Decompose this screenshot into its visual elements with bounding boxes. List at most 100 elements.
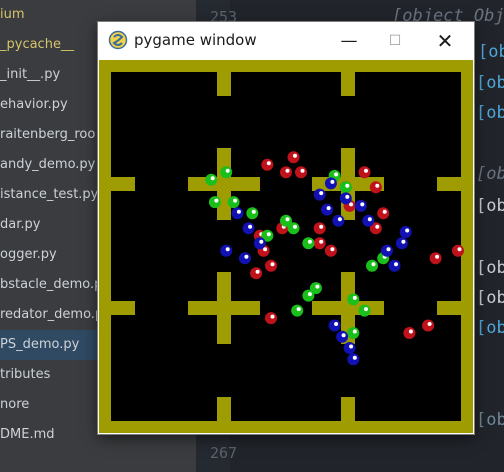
blue-agent-sensor: [367, 217, 372, 222]
green-agent-sensor: [364, 307, 368, 312]
arena-cross-horizontal: [312, 301, 384, 315]
green-agent-sensor: [233, 198, 238, 203]
arena-wall-stub: [111, 301, 135, 315]
blue-agent-sensor: [401, 239, 406, 244]
arena-wall-stub: [341, 397, 355, 421]
arena-cross-horizontal: [188, 177, 260, 191]
green-agent: [227, 196, 240, 209]
blue-agent-sensor: [244, 254, 249, 259]
green-agent: [246, 207, 259, 220]
red-agent: [280, 166, 292, 179]
arena-cross-horizontal: [188, 301, 260, 315]
green-agent-sensor: [352, 329, 357, 334]
red-agent: [369, 181, 382, 194]
green-agent: [291, 304, 304, 317]
blue-agent: [321, 203, 334, 216]
green-agent-sensor: [214, 198, 219, 203]
green-agent-sensor: [285, 217, 290, 222]
blue-agent: [313, 188, 326, 201]
blue-agent: [381, 244, 393, 257]
code-text: [object Object]: [476, 318, 504, 338]
arena-wall-stub: [111, 177, 135, 191]
red-agent-sensor: [375, 224, 380, 229]
green-agent-sensor: [266, 232, 271, 237]
blue-agent-sensor: [345, 194, 350, 199]
green-agent-sensor: [345, 183, 350, 188]
blue-agent: [354, 199, 367, 212]
blue-agent-sensor: [225, 247, 230, 252]
code-text: [object Object]: [476, 103, 504, 123]
blue-agent-sensor: [352, 355, 357, 360]
green-agent: [358, 304, 371, 317]
blue-agent-sensor: [360, 202, 365, 207]
arena-floor: [111, 72, 461, 421]
green-agent: [347, 327, 360, 339]
blue-agent: [332, 214, 345, 227]
red-agent-sensor: [319, 224, 324, 229]
blue-agent-sensor: [326, 206, 331, 211]
maximize-button[interactable]: ☐: [372, 22, 418, 60]
code-text: [object Object]: [476, 73, 504, 93]
red-agent-sensor: [293, 153, 297, 158]
blue-agent-sensor: [337, 217, 342, 222]
blue-agent-sensor: [341, 333, 346, 338]
pygame-window[interactable]: pygame window — ☐ ✕: [98, 22, 474, 434]
line-number: 267: [210, 444, 238, 462]
blue-agent-sensor: [236, 209, 241, 214]
red-agent-sensor: [382, 209, 387, 214]
green-agent-sensor: [371, 262, 376, 267]
green-agent: [309, 282, 322, 295]
blue-agent: [399, 226, 412, 238]
blue-agent: [238, 252, 251, 265]
green-agent-sensor: [307, 239, 312, 244]
red-agent-sensor: [364, 168, 368, 173]
red-agent-sensor: [319, 239, 324, 244]
blue-agent-sensor: [248, 224, 253, 229]
blue-agent: [347, 353, 360, 366]
blue-agent: [343, 342, 356, 354]
red-agent: [452, 244, 464, 257]
green-agent: [347, 293, 360, 306]
green-agent-sensor: [251, 209, 256, 214]
red-agent: [265, 312, 277, 325]
code-text: [object Object]: [478, 42, 504, 62]
close-button[interactable]: ✕: [422, 22, 468, 60]
red-agent-sensor: [375, 183, 380, 188]
green-agent: [339, 181, 352, 194]
green-agent: [220, 166, 233, 179]
pygame-snake-icon: [108, 30, 128, 50]
arena-wall-stub: [437, 177, 461, 191]
blue-agent: [231, 207, 244, 220]
red-agent: [313, 237, 326, 250]
green-agent-sensor: [210, 176, 215, 181]
green-agent: [205, 173, 218, 186]
window-titlebar[interactable]: pygame window — ☐ ✕: [98, 22, 474, 60]
blue-agent-sensor: [394, 262, 398, 267]
green-agent-sensor: [307, 292, 312, 297]
blue-agent: [388, 259, 401, 272]
window-title: pygame window: [134, 31, 257, 49]
green-agent-sensor: [315, 284, 320, 289]
green-agent-sensor: [334, 172, 339, 177]
blue-agent-sensor: [330, 179, 335, 184]
blue-agent: [362, 214, 375, 227]
red-agent-sensor: [435, 254, 440, 259]
red-agent: [265, 259, 277, 272]
arena-wall-stub: [437, 301, 461, 315]
code-text: [object Object]: [476, 410, 504, 430]
red-agent-sensor: [408, 329, 413, 334]
red-agent: [377, 207, 390, 220]
simulation-canvas: [99, 60, 473, 433]
red-agent-sensor: [255, 269, 260, 274]
arena-wall-stub: [341, 72, 355, 96]
minimize-button[interactable]: —: [326, 22, 372, 60]
red-agent-sensor: [270, 262, 275, 267]
red-agent: [313, 222, 326, 235]
blue-agent: [328, 319, 341, 332]
green-agent-sensor: [293, 224, 297, 229]
blue-agent: [336, 330, 349, 343]
code-text: [object Object]: [476, 258, 504, 278]
red-agent-sensor: [270, 314, 275, 319]
arena-wall-stub: [217, 72, 231, 96]
code-text: [object Object]: [476, 288, 504, 308]
